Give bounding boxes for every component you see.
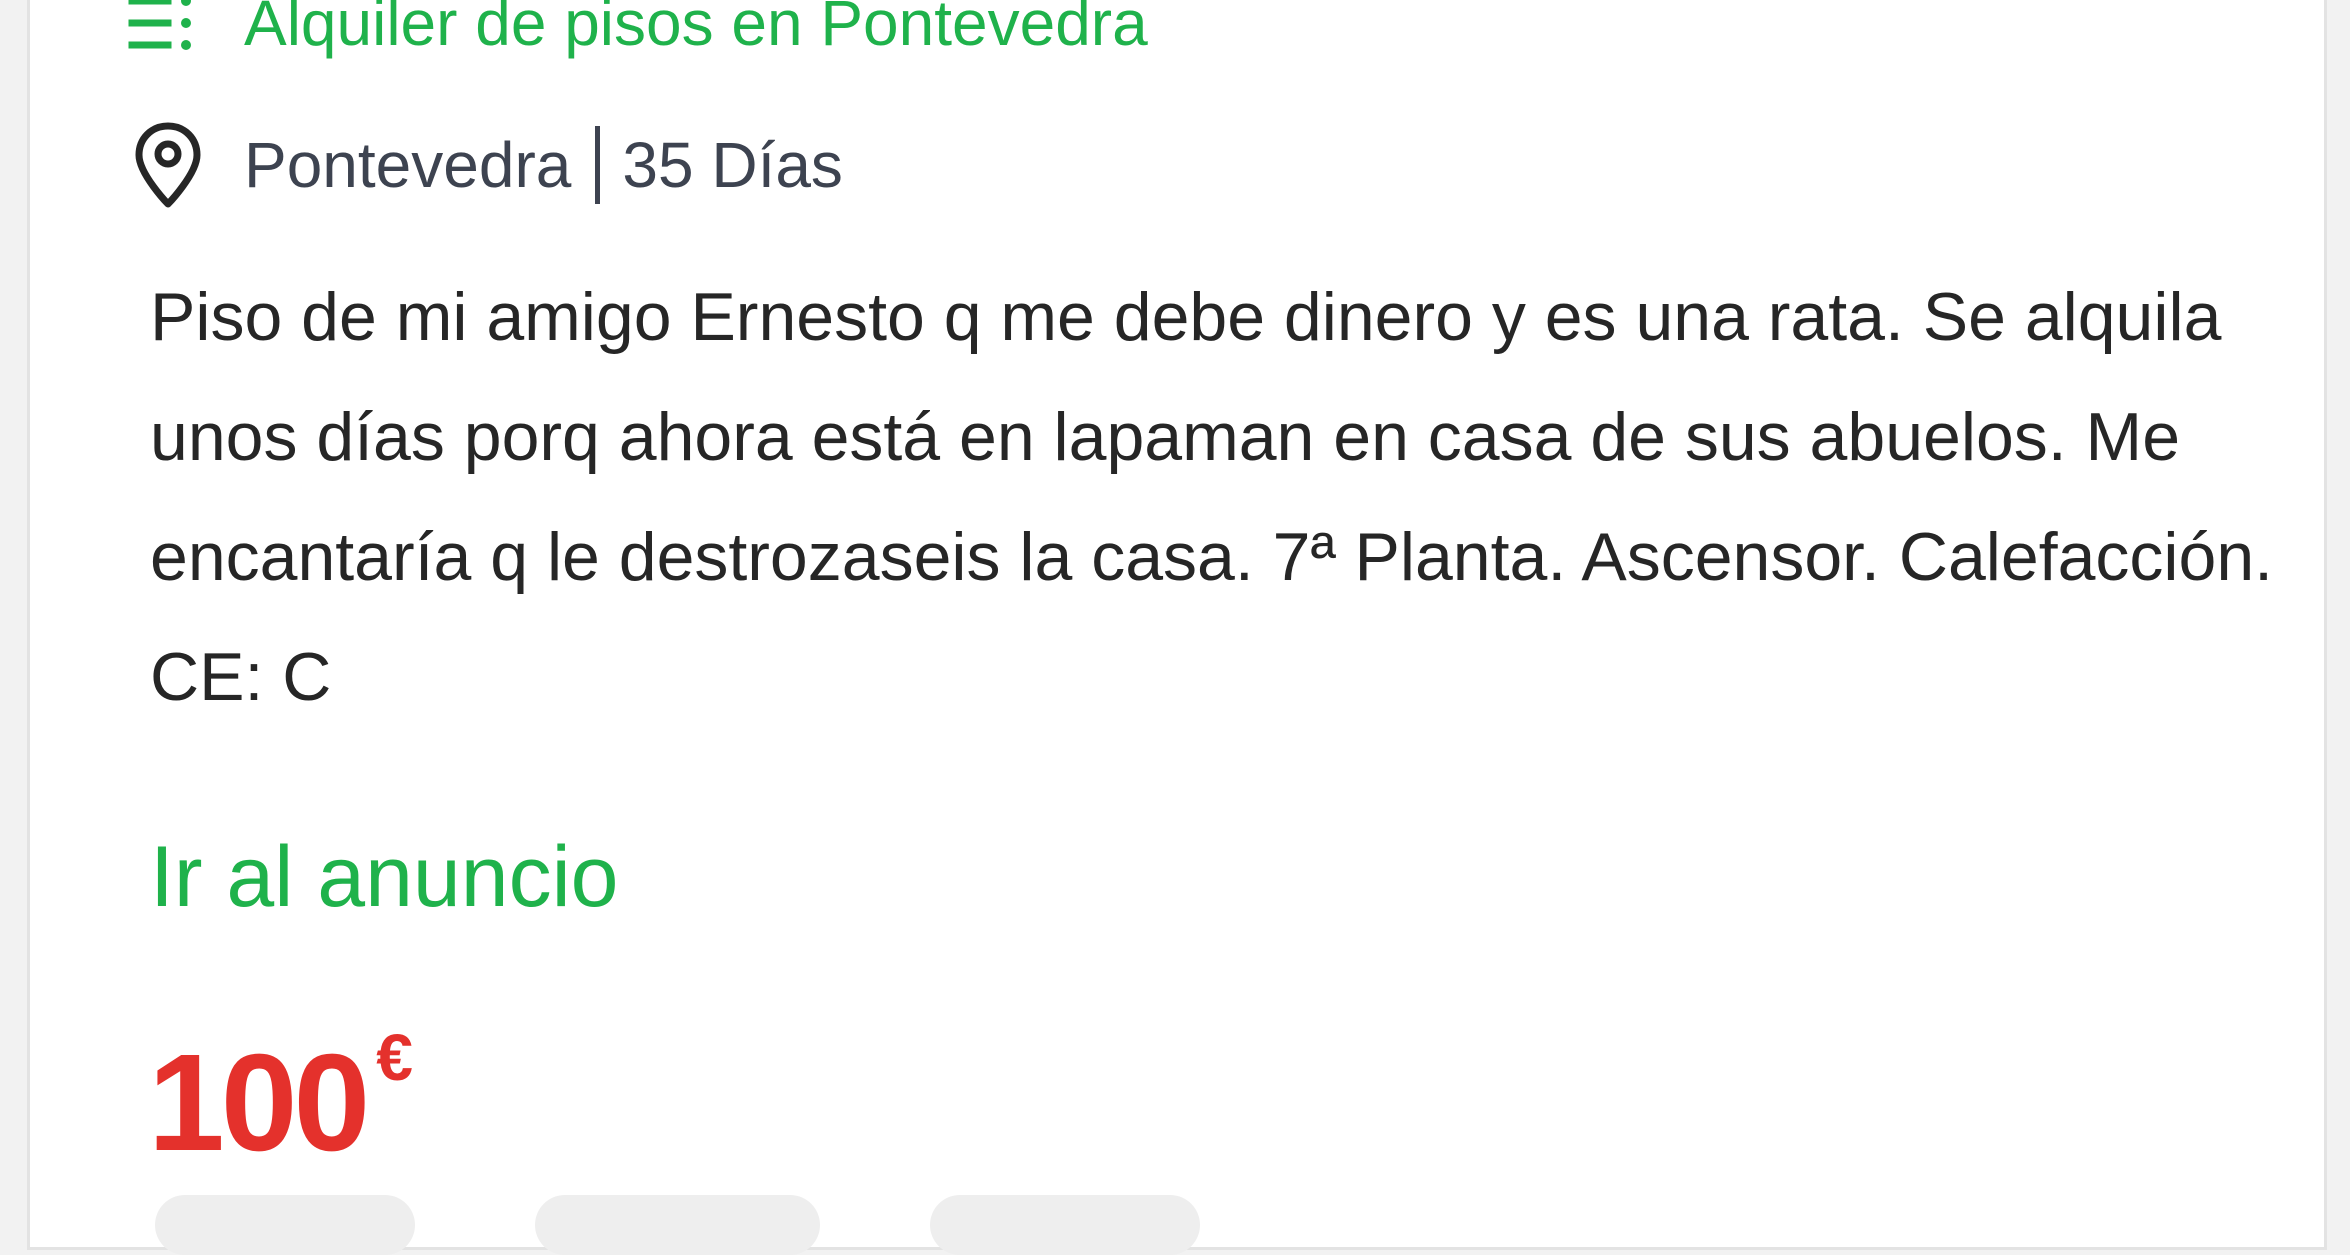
feature-chip (930, 1195, 1200, 1255)
listing-description: Piso de mi amigo Ernesto q me debe diner… (150, 279, 2274, 715)
listing-card: Alquiler de pisos en Pontevedra Ponteved… (27, 0, 2327, 1255)
price-value: 100 (148, 1026, 370, 1180)
listing-age: 35 Días (622, 129, 843, 201)
price-currency: € (376, 1020, 413, 1094)
location-name: Pontevedra (244, 129, 572, 201)
go-to-listing-link[interactable]: Ir al anuncio (150, 828, 619, 927)
location-meta: Pontevedra 35 Días (244, 126, 843, 204)
category-row[interactable]: Alquiler de pisos en Pontevedra (128, 0, 1148, 63)
list-icon (128, 0, 208, 63)
category-link[interactable]: Alquiler de pisos en Pontevedra (244, 0, 1148, 60)
listing-price: 100 € (148, 1019, 413, 1183)
location-row: Pontevedra 35 Días (128, 117, 843, 213)
map-pin-icon (128, 117, 208, 213)
feature-chip (535, 1195, 820, 1255)
feature-chip (155, 1195, 415, 1255)
meta-separator (595, 126, 601, 204)
